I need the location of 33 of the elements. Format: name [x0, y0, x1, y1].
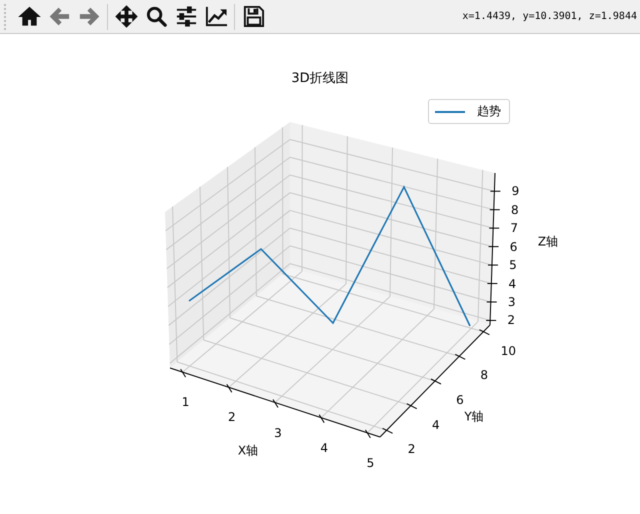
z-tick-label: 7	[510, 221, 518, 236]
z-tick-label: 9	[512, 184, 520, 198]
search-icon	[144, 5, 168, 28]
legend-label: 趋势	[477, 103, 501, 120]
y-tick-label: 6	[456, 393, 464, 407]
y-tick-label: 10	[500, 344, 516, 358]
x-tick-label: 3	[274, 426, 282, 440]
y-axis-label: Y轴	[464, 408, 484, 426]
y-tick-label: 2	[408, 442, 416, 456]
cursor-coordinates: x=1.4439, y=10.3901, z=1.9844	[462, 11, 637, 22]
left-arrow-icon	[48, 5, 70, 28]
legend-line-icon	[435, 110, 465, 114]
sliders-icon	[174, 5, 198, 28]
x-tick-label: 4	[320, 440, 328, 455]
x-tick-label: 5	[366, 456, 374, 470]
x-tick-label: 1	[182, 395, 190, 410]
move-icon	[114, 5, 138, 28]
z-axis-label: Z轴	[538, 234, 558, 250]
z-tick-label: 3	[508, 294, 516, 309]
y-tick-label: 8	[480, 368, 488, 382]
right-arrow-icon	[78, 5, 100, 28]
line-chart-icon	[204, 5, 228, 28]
z-tick-label: 5	[509, 258, 517, 272]
z-tick-label: 2	[507, 313, 515, 328]
x-tick-label: 2	[228, 410, 236, 424]
chart-title: 3D折线图	[291, 70, 349, 87]
x-axis-label: X轴	[238, 442, 258, 460]
z-tick-label: 6	[510, 240, 518, 254]
y-tick-label: 4	[432, 418, 440, 432]
z-tick-label: 4	[508, 276, 516, 291]
floppy-disk-icon	[242, 5, 264, 28]
z-tick-label: 8	[510, 202, 519, 217]
home-icon	[18, 5, 40, 28]
